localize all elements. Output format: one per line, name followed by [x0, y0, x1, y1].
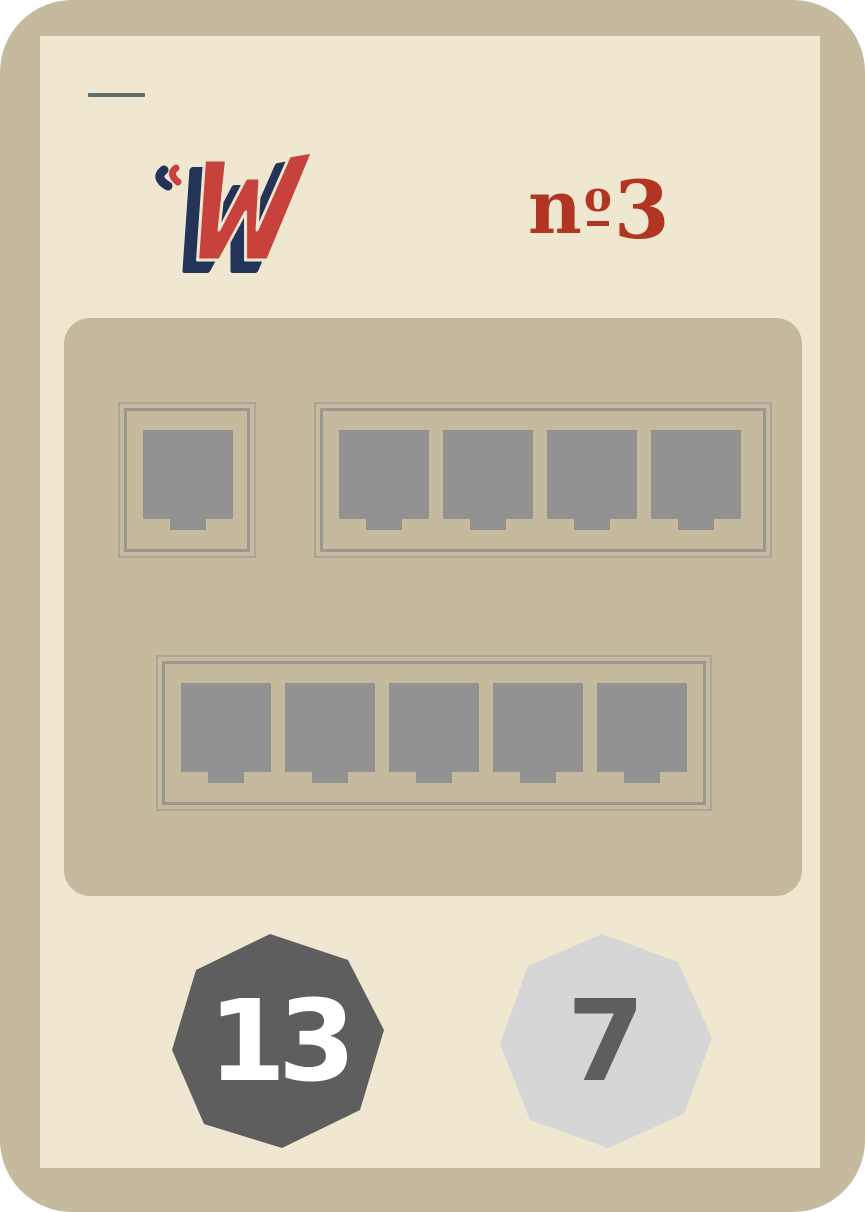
slot-group-1	[118, 402, 256, 558]
card-slot[interactable]	[285, 683, 375, 783]
card-slot[interactable]	[143, 430, 233, 530]
card-slot[interactable]	[443, 430, 533, 530]
card-number-digit: 3	[613, 163, 670, 257]
score-badge-dark-value: 13	[208, 977, 356, 1107]
card-slot[interactable]	[339, 430, 429, 530]
card-slot[interactable]	[651, 430, 741, 530]
score-badge-light-value: 7	[567, 977, 645, 1107]
score-badge-dark: 13	[170, 934, 386, 1150]
card-slot[interactable]	[389, 683, 479, 783]
card-number: n o 3	[528, 168, 670, 258]
menu-dash-icon[interactable]	[88, 93, 145, 97]
slot-group-3	[156, 655, 712, 811]
card-number-prefix: n	[528, 165, 582, 251]
card-slot[interactable]	[181, 683, 271, 783]
card-slot[interactable]	[493, 683, 583, 783]
card-slot[interactable]	[547, 430, 637, 530]
card-slot[interactable]	[597, 683, 687, 783]
score-badge-light: 7	[498, 934, 714, 1150]
card-number-ordinal: o	[583, 172, 612, 226]
slot-panel	[64, 318, 802, 896]
slot-group-2	[314, 402, 772, 558]
w-logo-icon	[140, 138, 315, 283]
